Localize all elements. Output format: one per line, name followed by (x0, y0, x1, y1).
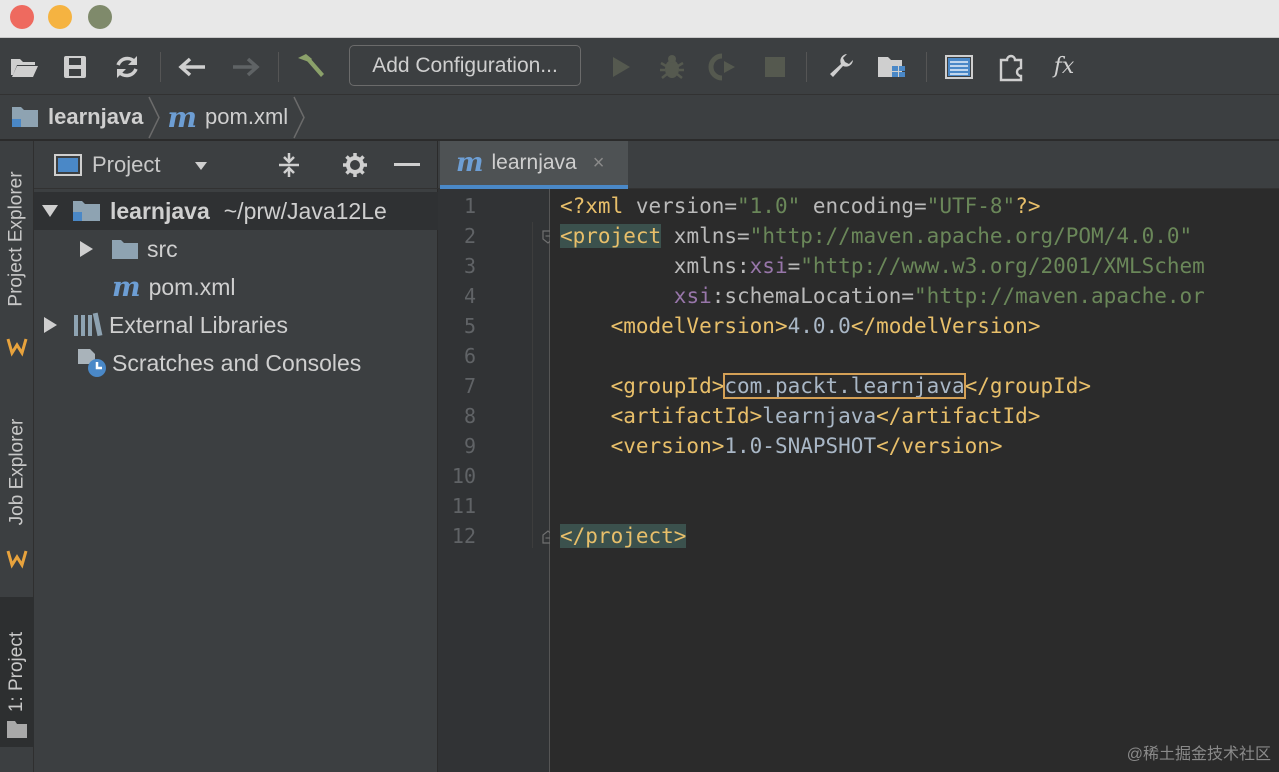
plugin-icon[interactable] (992, 38, 1030, 95)
maven-icon: m (167, 100, 198, 134)
breadcrumb-item-pom[interactable]: m pom.xml (167, 95, 288, 140)
project-structure-icon[interactable] (872, 38, 912, 95)
tree-item-label: src (147, 235, 178, 262)
maven-icon: m (456, 148, 484, 178)
code-line-8: <artifactId>learnjava</artifactId> (610, 404, 1041, 428)
back-icon[interactable] (172, 38, 212, 95)
save-icon[interactable] (58, 38, 92, 95)
main-toolbar: Add Configuration... fx (0, 38, 1279, 95)
chevron-right-icon[interactable] (80, 241, 93, 257)
module-folder-icon (73, 201, 100, 221)
forward-icon[interactable] (226, 38, 266, 95)
tree-item-label: learnjava (110, 197, 210, 224)
open-folder-icon[interactable] (6, 38, 42, 95)
settings-wrench-icon[interactable] (822, 38, 860, 95)
line-number: 9 (463, 434, 476, 458)
folder-icon (112, 240, 138, 259)
line-number: 12 (451, 524, 476, 548)
code-line-9: <version>1.0-SNAPSHOT</version> (610, 434, 1003, 458)
coverage-icon[interactable] (704, 38, 742, 95)
line-number: 8 (463, 404, 476, 428)
line-number: 5 (463, 314, 476, 338)
line-number: 10 (451, 464, 476, 488)
explorer-icon (6, 338, 28, 357)
tab-job-explorer[interactable]: Job Explorer (0, 397, 34, 547)
code-line-3: xmlns:xsi="http://www.w3.org/2001/XMLSch… (673, 254, 1205, 278)
stop-icon[interactable] (758, 38, 792, 95)
add-configuration-button[interactable]: Add Configuration... (349, 45, 581, 86)
line-number: 3 (463, 254, 476, 278)
libraries-icon (74, 312, 103, 337)
tree-item-label: pom.xml (148, 273, 236, 300)
code-line-5: <modelVersion>4.0.0</modelVersion> (610, 314, 1041, 338)
tree-item-pom[interactable]: m pom.xml (34, 268, 438, 306)
breadcrumb-label: learnjava (48, 104, 144, 129)
selected-text: com.packt.learnjava (723, 373, 966, 399)
window-maximize-button[interactable] (88, 5, 112, 29)
line-number: 11 (451, 494, 476, 518)
code-line-4: xsi:schemaLocation="http://maven.apache.… (673, 284, 1205, 308)
tree-item-src[interactable]: src (34, 230, 438, 268)
project-view-icon (54, 154, 82, 176)
gear-icon[interactable] (342, 152, 368, 178)
window-close-button[interactable] (10, 5, 34, 29)
layout-icon[interactable] (940, 38, 978, 95)
project-panel-title[interactable]: Project (92, 152, 160, 178)
debug-icon[interactable] (654, 38, 690, 95)
editor-gutter: 1 2 3 4 5 6 7 8 9 10 11 12 (438, 189, 554, 772)
tree-item-scratches[interactable]: Scratches and Consoles (34, 344, 438, 382)
close-icon[interactable]: × (593, 152, 605, 175)
editor-tab-learnjava[interactable]: m learnjava × (440, 141, 628, 189)
code-line-2: <project xmlns="http://maven.apache.org/… (560, 224, 1193, 248)
code-line-12: </project> (560, 524, 687, 548)
line-number: 6 (463, 344, 476, 368)
project-panel: Project learnjava ~/prw/Java12Le src m p… (34, 141, 438, 772)
folder-icon (7, 721, 27, 738)
breadcrumb: learnjava m pom.xml (0, 95, 1279, 140)
code-line-1: <?xml version="1.0" encoding="UTF-8"?> (560, 194, 1041, 218)
minimize-panel-icon[interactable] (394, 163, 420, 167)
tool-window-strip: Project Explorer Job Explorer 1: Project (0, 141, 34, 772)
editor-tab-bar: m learnjava × (438, 141, 1279, 189)
fx-icon[interactable]: fx (1046, 38, 1082, 95)
tree-item-path: ~/prw/Java12Le (223, 197, 387, 224)
line-number: 4 (463, 284, 476, 308)
collapse-all-icon[interactable] (276, 151, 302, 179)
line-number: 1 (463, 194, 476, 218)
chevron-right-icon[interactable] (44, 317, 57, 333)
run-icon[interactable] (604, 38, 638, 95)
project-panel-header: Project (34, 141, 438, 189)
tree-item-external-libraries[interactable]: External Libraries (34, 306, 438, 344)
chevron-down-icon[interactable] (194, 161, 208, 171)
tree-item-label: External Libraries (109, 311, 288, 338)
title-bar (0, 0, 1279, 38)
line-number: 7 (463, 374, 476, 398)
tree-item-learnjava[interactable]: learnjava ~/prw/Java12Le (34, 192, 438, 230)
build-icon[interactable] (290, 38, 330, 95)
editor-tab-label: learnjava (491, 151, 577, 174)
code-line-7: <groupId>com.packt.learnjava</groupId> (610, 373, 1092, 399)
line-number: 2 (463, 224, 476, 248)
breadcrumb-label: pom.xml (205, 104, 289, 129)
explorer-icon (6, 550, 28, 569)
tab-project-explorer[interactable]: Project Explorer (0, 149, 34, 329)
breadcrumb-item-learnjava[interactable]: learnjava (10, 95, 143, 140)
window-minimize-button[interactable] (48, 5, 72, 29)
module-folder-icon (12, 107, 38, 127)
code-editor[interactable]: <?xml version="1.0" encoding="UTF-8"?> <… (550, 189, 1279, 772)
maven-icon: m (112, 271, 141, 303)
watermark: @稀土掘金技术社区 (1126, 746, 1271, 763)
chevron-down-icon[interactable] (42, 205, 58, 217)
sync-icon[interactable] (108, 38, 146, 95)
tree-item-label: Scratches and Consoles (112, 349, 362, 376)
scratches-icon (78, 349, 106, 377)
